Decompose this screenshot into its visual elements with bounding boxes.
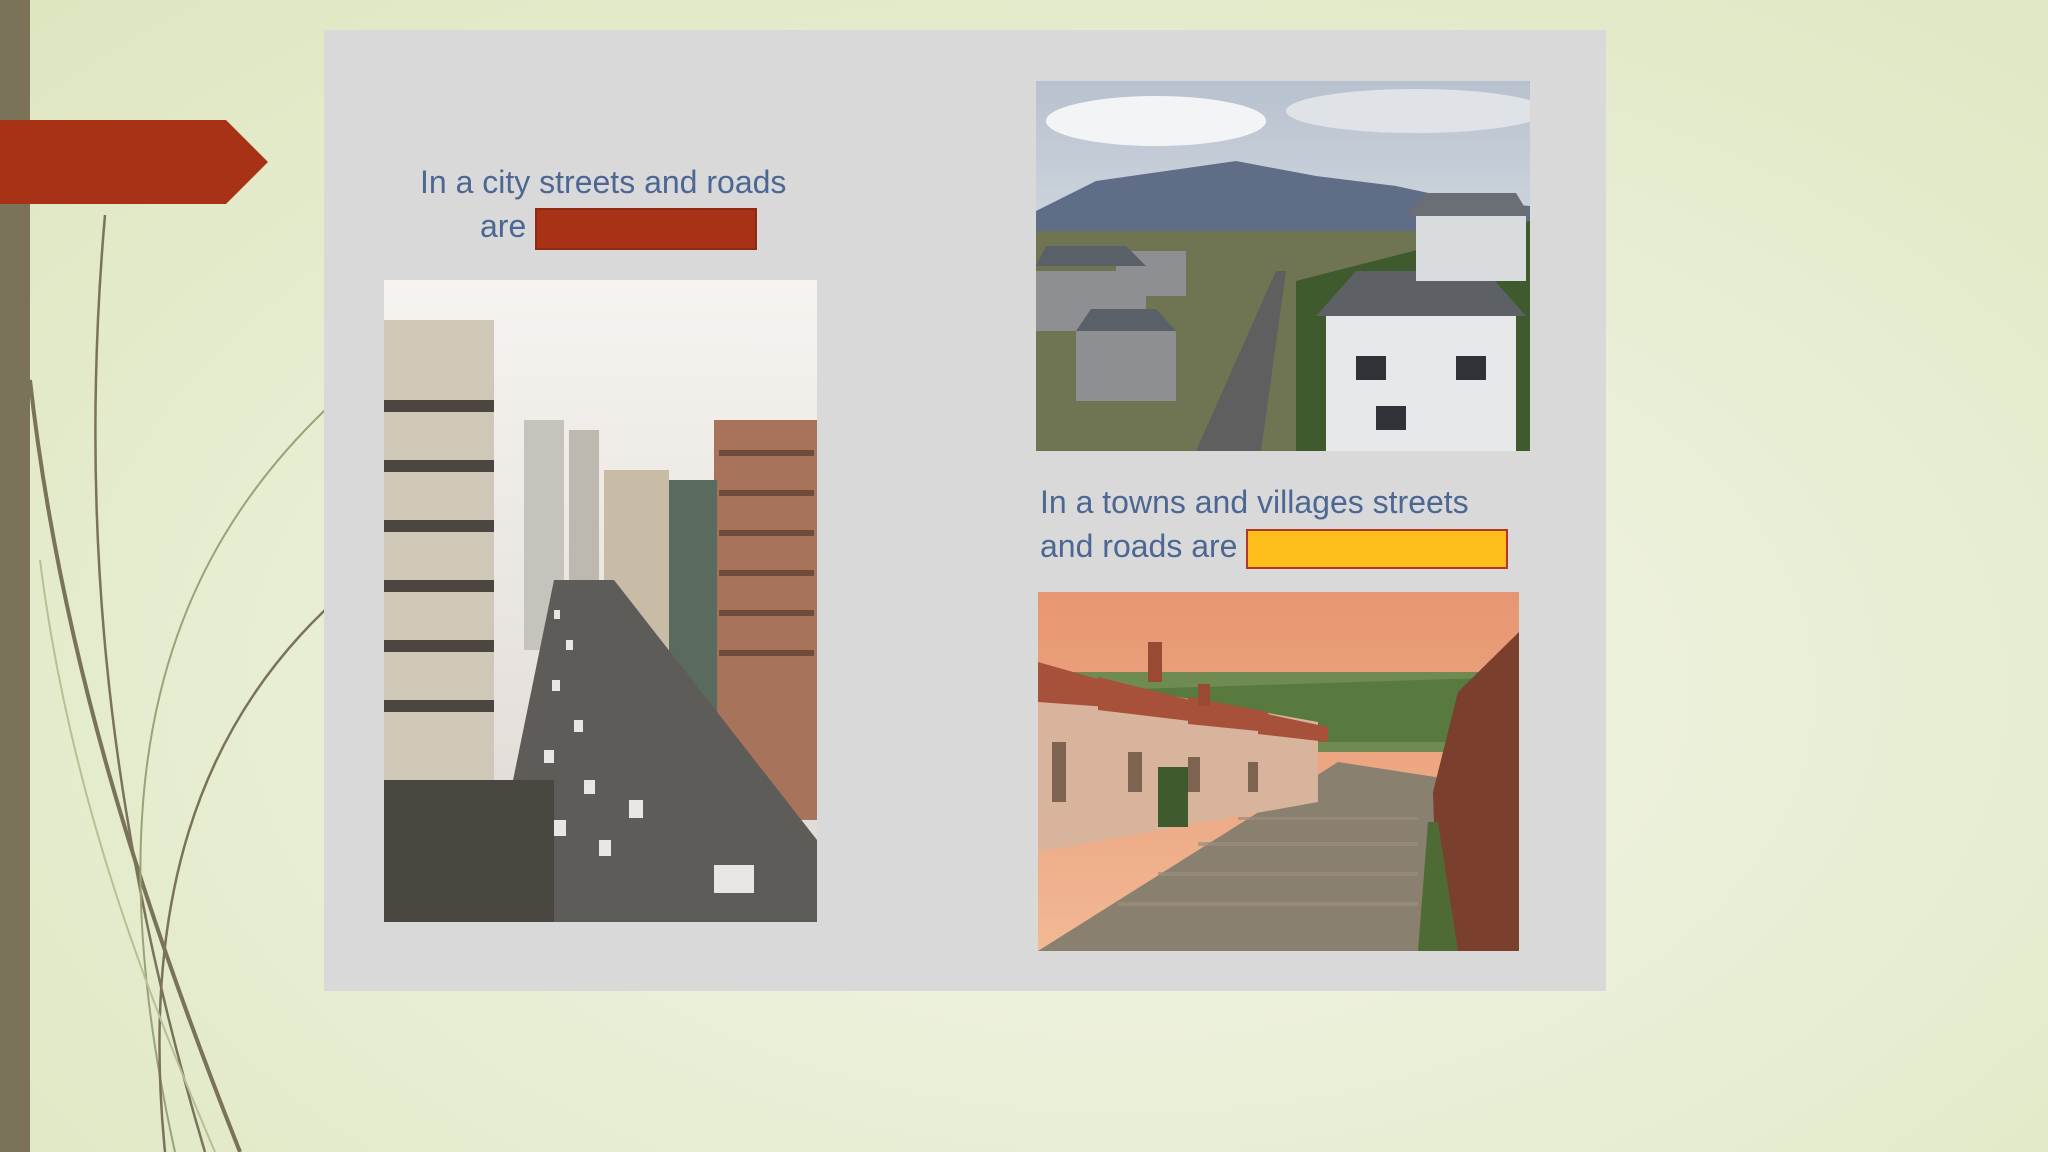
caption-city: In a city streets and roads are [420, 160, 820, 250]
village-hill-photo [1038, 592, 1519, 951]
answer-blank-city [535, 207, 758, 250]
suburban-street-photo [1036, 81, 1530, 451]
caption-towns-line2: and roads are [1040, 528, 1238, 564]
arrow-banner [0, 120, 268, 204]
caption-towns-line1: In a towns and villages streets [1040, 484, 1469, 520]
caption-towns: In a towns and villages streets and road… [1040, 480, 1520, 569]
answer-blank-towns [1246, 528, 1509, 569]
caption-towns-line2-row: and roads are [1040, 524, 1520, 569]
city-avenue-photo [384, 280, 817, 922]
caption-city-line1: In a city streets and roads [420, 164, 787, 200]
caption-city-line2-row: are [420, 204, 820, 250]
caption-city-line2: are [480, 208, 527, 244]
